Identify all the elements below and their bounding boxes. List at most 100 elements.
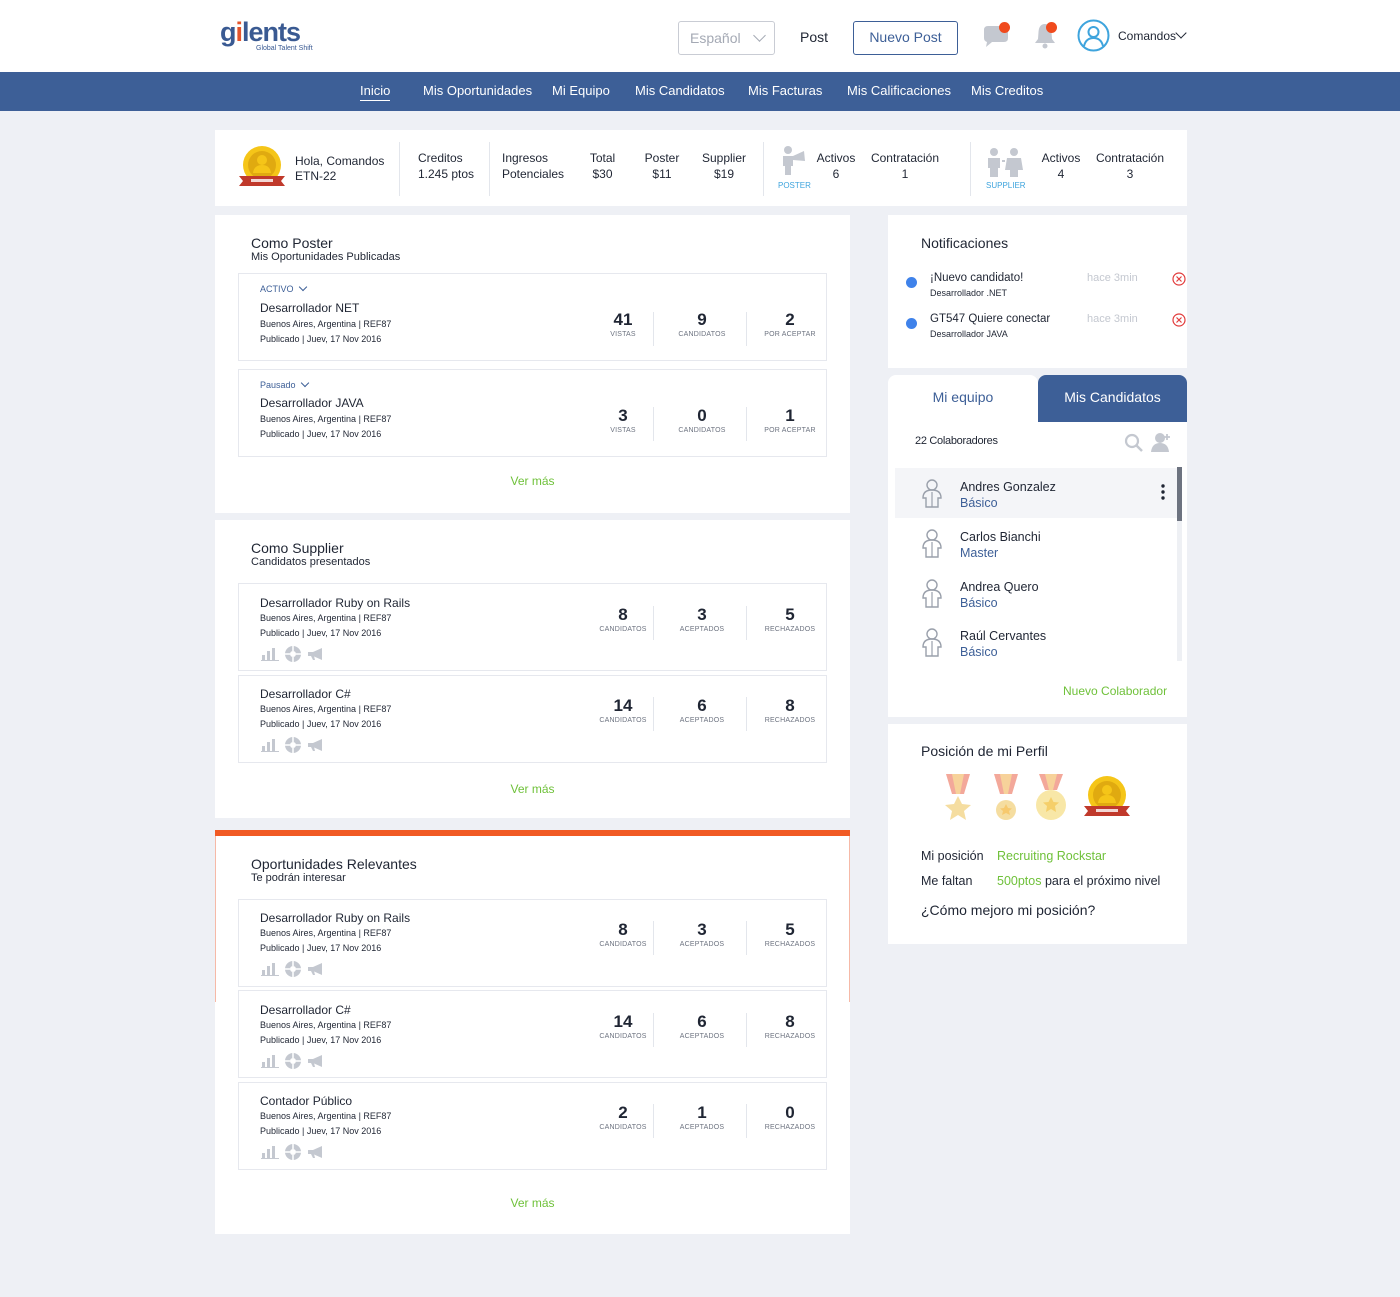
job-title[interactable]: Contador Público bbox=[260, 1094, 352, 1108]
notification-subtitle: Desarrollador JAVA bbox=[930, 329, 1008, 339]
credits-label: Creditos bbox=[418, 151, 463, 165]
more-options-icon[interactable] bbox=[1161, 484, 1165, 505]
unread-dot bbox=[906, 318, 917, 329]
team-member-row[interactable]: Raúl Cervantes Básico bbox=[895, 617, 1177, 667]
search-icon[interactable] bbox=[1124, 433, 1144, 458]
job-card[interactable]: Pausado Desarrollador JAVA Buenos Aires,… bbox=[238, 369, 827, 457]
job-tools bbox=[261, 1143, 330, 1160]
metric-accepted: 6 ACEPTADOS bbox=[679, 696, 725, 725]
post-link[interactable]: Post bbox=[800, 29, 828, 45]
card-subtitle: Mis Oportunidades Publicadas bbox=[251, 251, 401, 263]
bell-icon[interactable] bbox=[1030, 20, 1062, 52]
chat-icon[interactable] bbox=[980, 20, 1012, 52]
close-icon[interactable] bbox=[1172, 313, 1186, 327]
metric-rejected: 5 RECHAZADOS bbox=[764, 920, 816, 949]
job-card[interactable]: Desarrollador Ruby on Rails Buenos Aires… bbox=[238, 583, 827, 671]
job-card[interactable]: Desarrollador C# Buenos Aires, Argentina… bbox=[238, 675, 827, 763]
poster-hire-label: Contratación bbox=[870, 151, 940, 165]
card-title: Como Supplier bbox=[251, 540, 344, 556]
user-icon bbox=[919, 528, 945, 563]
highlight-outline bbox=[849, 836, 850, 1002]
tab-mis-candidatos[interactable]: Mis Candidatos bbox=[1038, 375, 1187, 422]
improve-position-link[interactable]: ¿Cómo mejoro mi posición? bbox=[921, 902, 1095, 918]
share-icon bbox=[285, 646, 301, 662]
job-title[interactable]: Desarrollador C# bbox=[260, 1003, 351, 1017]
metric-candidates: 9 CANDIDATOS bbox=[678, 310, 726, 339]
nav-item-equipo[interactable]: Mi Equipo bbox=[552, 83, 610, 98]
job-published: Publicado | Juev, 17 Nov 2016 bbox=[260, 1126, 382, 1136]
divider bbox=[489, 142, 490, 196]
status-dropdown[interactable]: Pausado bbox=[260, 378, 309, 390]
nav-item-oportunidades[interactable]: Mis Oportunidades bbox=[423, 83, 532, 98]
income-label-2: Potenciales bbox=[502, 167, 565, 181]
user-icon bbox=[919, 627, 945, 662]
position-row: Mi posición Recruiting Rockstar bbox=[921, 849, 1106, 863]
job-title[interactable]: Desarrollador C# bbox=[260, 687, 351, 701]
notifications-card: Notificaciones ¡Nuevo candidato! Desarro… bbox=[888, 215, 1187, 368]
megaphone-icon bbox=[308, 1055, 322, 1067]
member-name: Raúl Cervantes bbox=[960, 629, 1047, 643]
chevron-down-icon[interactable] bbox=[1175, 27, 1187, 39]
close-icon[interactable] bbox=[1172, 272, 1186, 286]
gold-medal-icon bbox=[1034, 774, 1068, 829]
language-select[interactable]: Español bbox=[678, 21, 775, 55]
metric-candidates: 14 CANDIDATOS bbox=[599, 696, 647, 725]
user-avatar-icon[interactable] bbox=[1077, 19, 1110, 52]
rank-badge-icon bbox=[237, 144, 287, 195]
status-dropdown[interactable]: ACTIVO bbox=[260, 282, 307, 294]
nav-item-inicio[interactable]: Inicio bbox=[360, 83, 391, 101]
tab-mi-equipo[interactable]: Mi equipo bbox=[888, 375, 1038, 422]
metric-views: 3 VISTAS bbox=[610, 406, 636, 435]
card-title: Notificaciones bbox=[921, 235, 1009, 251]
brand-logo[interactable]: gilents Global Talent Shift bbox=[220, 18, 320, 56]
card-title: Posición de mi Perfil bbox=[921, 743, 1048, 759]
see-more-link[interactable]: Ver más bbox=[215, 474, 850, 488]
job-card[interactable]: ACTIVO Desarrollador NET Buenos Aires, A… bbox=[238, 273, 827, 361]
nav-item-facturas[interactable]: Mis Facturas bbox=[748, 83, 822, 98]
poster-role-icon bbox=[777, 144, 807, 181]
team-member-row[interactable]: Carlos Bianchi Master bbox=[895, 518, 1177, 568]
divider bbox=[746, 312, 747, 346]
user-code: ETN-22 bbox=[295, 169, 337, 183]
missing-row: Me faltan 500ptos para el próximo nivel bbox=[921, 874, 1160, 888]
nav-item-calificaciones[interactable]: Mis Calificaciones bbox=[847, 83, 951, 98]
add-user-icon[interactable] bbox=[1150, 432, 1172, 457]
poster-hire-value: 1 bbox=[901, 167, 909, 181]
job-card[interactable]: Contador Público Buenos Aires, Argentina… bbox=[238, 1082, 827, 1170]
poster-income-label: Poster bbox=[644, 151, 680, 165]
missing-points: 500ptos bbox=[997, 874, 1042, 888]
see-more-link[interactable]: Ver más bbox=[215, 1196, 850, 1210]
see-more-link[interactable]: Ver más bbox=[215, 782, 850, 796]
nav-item-creditos[interactable]: Mis Creditos bbox=[971, 83, 1043, 98]
new-member-link[interactable]: Nuevo Colaborador bbox=[1063, 684, 1167, 698]
total-value: $30 bbox=[592, 167, 613, 181]
relevant-card: Oportunidades Relevantes Te podrán inter… bbox=[215, 836, 850, 1234]
profile-position-card: Posición de mi Perfil Mi posición Recrui… bbox=[888, 724, 1187, 944]
job-card[interactable]: Desarrollador C# Buenos Aires, Argentina… bbox=[238, 990, 827, 1078]
divider bbox=[653, 606, 654, 640]
user-menu-name[interactable]: Comandos bbox=[1118, 29, 1176, 43]
divider bbox=[399, 142, 400, 196]
scrollbar-thumb[interactable] bbox=[1177, 467, 1182, 521]
divider bbox=[653, 921, 654, 955]
position-value: Recruiting Rockstar bbox=[997, 849, 1107, 863]
share-icon bbox=[285, 1144, 301, 1160]
credits-value: 1.245 ptos bbox=[418, 167, 475, 181]
bell-badge bbox=[1046, 22, 1057, 33]
job-location: Buenos Aires, Argentina | REF87 bbox=[260, 928, 392, 938]
job-title[interactable]: Desarrollador NET bbox=[260, 301, 359, 315]
team-member-row[interactable]: Andrea Quero Básico bbox=[895, 568, 1177, 618]
job-location: Buenos Aires, Argentina | REF87 bbox=[260, 613, 392, 623]
supplier-role-icon bbox=[985, 146, 1025, 183]
team-count: 22 Colaboradores bbox=[915, 435, 998, 447]
member-level: Básico bbox=[960, 496, 998, 510]
new-post-button[interactable]: Nuevo Post bbox=[853, 21, 958, 55]
job-title[interactable]: Desarrollador Ruby on Rails bbox=[260, 596, 410, 610]
logo-tagline: Global Talent Shift bbox=[256, 45, 313, 52]
job-title[interactable]: Desarrollador Ruby on Rails bbox=[260, 911, 410, 925]
nav-item-candidatos[interactable]: Mis Candidatos bbox=[635, 83, 725, 98]
job-card[interactable]: Desarrollador Ruby on Rails Buenos Aires… bbox=[238, 899, 827, 987]
team-member-row[interactable]: Andres Gonzalez Básico bbox=[895, 468, 1177, 518]
divider bbox=[970, 142, 971, 196]
job-title[interactable]: Desarrollador JAVA bbox=[260, 396, 364, 410]
